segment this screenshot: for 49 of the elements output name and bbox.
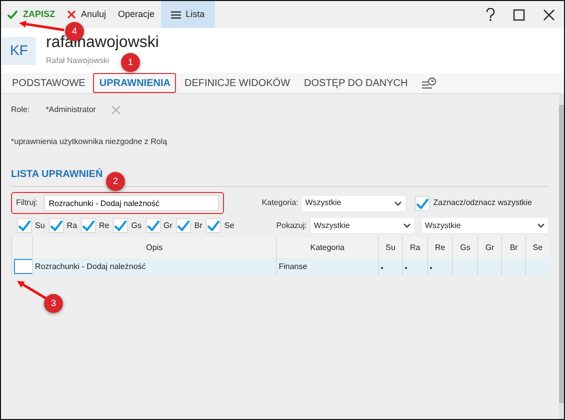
dropdown[interactable]: Wszystkie	[302, 196, 406, 210]
tab[interactable]: UPRAWNIENIA	[93, 73, 176, 93]
tab[interactable]: DEFINICJE WIDOKÓW	[178, 73, 296, 93]
row-checkbox[interactable]	[14, 259, 34, 274]
check-icon	[114, 220, 128, 231]
menu-icon	[170, 10, 181, 18]
caret-icon	[536, 223, 545, 228]
check-icon	[7, 10, 18, 19]
check-icon	[177, 220, 190, 231]
check-icon	[416, 198, 430, 208]
select-all-checkbox[interactable]: Zaznacz/odznacz wszystkie	[415, 196, 532, 210]
table-cell: Finanse	[276, 258, 378, 275]
check-icon	[146, 220, 160, 231]
avatar: KF	[2, 36, 36, 64]
callout-badge: 3	[44, 294, 63, 313]
annotation-arrow	[19, 20, 64, 32]
column-header[interactable]: Br	[502, 237, 526, 258]
column-header[interactable]: Gs	[452, 237, 478, 258]
annotation-arrow	[17, 281, 48, 300]
column-header[interactable]: Gr	[478, 237, 502, 258]
check-icon	[82, 220, 96, 231]
column-header[interactable]: Su	[378, 237, 403, 258]
caret-icon	[402, 223, 411, 228]
column-header[interactable]: Se	[526, 237, 549, 258]
tab[interactable]: DOSTĘP DO DANYCH	[298, 73, 414, 93]
role-label: Role:	[11, 104, 30, 116]
callout-badge: 2	[106, 172, 125, 191]
caret-icon	[394, 200, 402, 206]
table-cell: Rozrachunki - Dodaj należność	[32, 258, 276, 275]
list-button[interactable]: Lista	[160, 1, 215, 28]
note-text: *uprawnienia użytkownika niezgodne z Rolą	[11, 136, 168, 148]
operations-button[interactable]: Operacje	[112, 1, 161, 28]
column-header[interactable]: Re	[428, 237, 453, 258]
check-icon	[207, 220, 220, 231]
close-icon	[67, 10, 76, 19]
column-header[interactable]: Ra	[402, 237, 428, 258]
save-button[interactable]: ZAPISZ	[1, 1, 62, 28]
category-label: Kategoria:	[262, 197, 298, 209]
column-header[interactable]: Kategoria	[276, 237, 378, 258]
check-icon	[18, 220, 31, 231]
user-full-name: Rafał Nawojowski	[46, 54, 110, 67]
check-icon	[50, 220, 63, 231]
dropdown[interactable]: Wszystkie	[310, 218, 414, 233]
dropdown[interactable]: Wszystkie	[422, 218, 548, 233]
tab[interactable]: PODSTAWOWE	[6, 73, 92, 93]
filter-field[interactable]: Filtruj: Rozrachunki - Dodaj należność	[11, 192, 224, 214]
column-header[interactable]: Opis	[32, 237, 276, 258]
show-label: Pokazuj:	[276, 220, 307, 232]
role-value: *Administrator	[46, 104, 96, 116]
